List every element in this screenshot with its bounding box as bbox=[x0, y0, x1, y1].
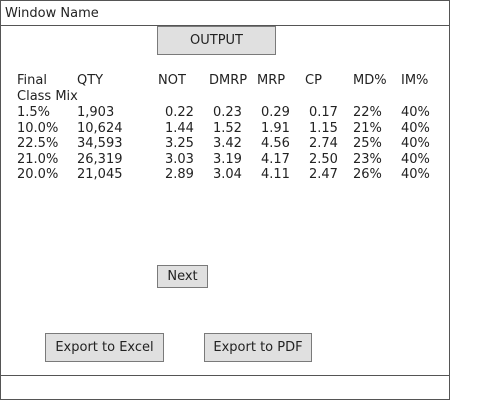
table-cell-mrp: 4.11 bbox=[261, 167, 290, 182]
table-cell-md: 23% bbox=[353, 151, 382, 167]
table-cell-im: 40% bbox=[401, 151, 430, 167]
table-cell-mrp: 1.91 bbox=[261, 120, 290, 136]
table-cell-mrp: 4.17 bbox=[261, 151, 290, 167]
next-button[interactable]: Next bbox=[157, 265, 208, 288]
table-cell-dmrp: 3.04 bbox=[213, 167, 242, 182]
export-pdf-button[interactable]: Export to PDF bbox=[204, 333, 312, 362]
column-header-final-line2: Class Mix bbox=[17, 89, 78, 104]
table-cell-cp: 0.17 bbox=[309, 105, 338, 120]
table-cell-mrp: 0.29 bbox=[261, 105, 290, 120]
export-excel-button[interactable]: Export to Excel bbox=[45, 333, 164, 362]
table-cell-qty: 34,593 bbox=[77, 136, 123, 151]
table-cell-md: 21% bbox=[353, 120, 382, 136]
table-cell-final: 10.0% bbox=[17, 120, 59, 136]
window-title: Window Name bbox=[1, 1, 449, 26]
column-header-mrp: MRP bbox=[257, 73, 286, 88]
table-cell-md: 22% bbox=[353, 105, 382, 120]
column-header-md: MD% bbox=[353, 73, 387, 88]
table-cell-not: 3.25 bbox=[165, 136, 194, 151]
table-cell-cp: 2.74 bbox=[309, 136, 338, 151]
table-cell-cp: 1.15 bbox=[309, 120, 338, 136]
table-cell-dmrp: 0.23 bbox=[213, 105, 242, 120]
table-cell-dmrp: 3.42 bbox=[213, 136, 242, 151]
table-cell-mrp: 4.56 bbox=[261, 136, 290, 151]
table-cell-im: 40% bbox=[401, 167, 430, 182]
table-cell-cp: 2.47 bbox=[309, 167, 338, 182]
table-cell-not: 2.89 bbox=[165, 167, 194, 182]
table-cell-md: 25% bbox=[353, 136, 382, 151]
table-cell-not: 0.22 bbox=[165, 105, 194, 120]
column-header-final: Final bbox=[17, 73, 47, 88]
table-cell-qty: 10,624 bbox=[77, 120, 123, 136]
table-cell-dmrp: 3.19 bbox=[213, 151, 242, 167]
table-cell-im: 40% bbox=[401, 136, 430, 151]
table-cell-im: 40% bbox=[401, 105, 430, 120]
column-header-not: NOT bbox=[158, 73, 186, 88]
table-cell-qty: 26,319 bbox=[77, 151, 123, 167]
table-cell-cp: 2.50 bbox=[309, 151, 338, 167]
app-window: Window Name OUTPUT Final QTY NOT DMRP MRP CP M… bbox=[0, 0, 450, 400]
column-header-cp: CP bbox=[305, 73, 322, 88]
column-header-im: IM% bbox=[401, 73, 429, 88]
table-cell-md: 26% bbox=[353, 167, 382, 182]
table-cell-final: 1.5% bbox=[17, 105, 51, 120]
table-cell-not: 3.03 bbox=[165, 151, 194, 167]
table-cell-final: 21.0% bbox=[17, 151, 59, 167]
table-cell-not: 1.44 bbox=[165, 120, 194, 136]
table-cell-qty: 21,045 bbox=[77, 167, 123, 182]
table-cell-final: 22.5% bbox=[17, 136, 59, 151]
output-button[interactable]: OUTPUT bbox=[157, 26, 276, 55]
table-cell-final: 20.0% bbox=[17, 167, 59, 182]
table-cell-dmrp: 1.52 bbox=[213, 120, 242, 136]
table-cell-qty: 1,903 bbox=[77, 105, 115, 120]
column-header-qty: QTY bbox=[77, 73, 104, 88]
column-header-dmrp: DMRP bbox=[209, 73, 248, 88]
status-bar bbox=[1, 375, 449, 376]
table-cell-im: 40% bbox=[401, 120, 430, 136]
